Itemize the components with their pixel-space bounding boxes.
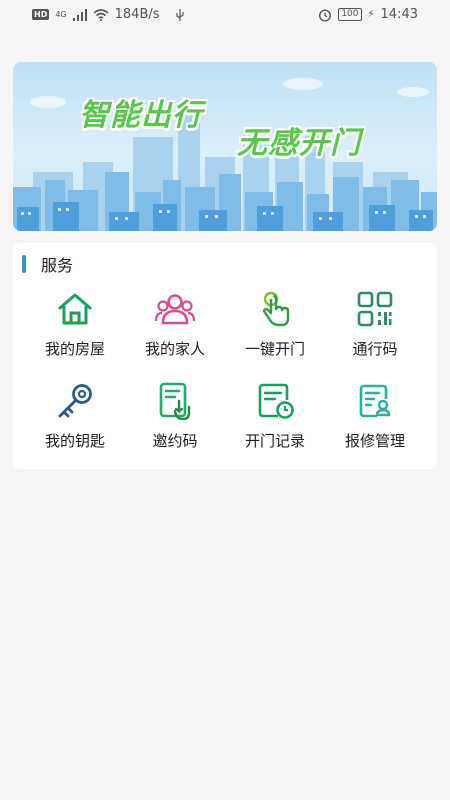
clock-time: 14:43 <box>380 7 418 22</box>
family-icon <box>155 294 195 325</box>
hd-badge: HD <box>32 9 50 20</box>
wifi-icon <box>93 8 109 21</box>
service-label: 我的钥匙 <box>44 432 105 450</box>
qr-code-icon <box>357 291 393 327</box>
alarm-icon <box>319 8 332 22</box>
section-accent-bar <box>22 255 26 273</box>
service-label: 一键开门 <box>244 340 305 358</box>
service-door-records[interactable]: 开门记录 <box>225 381 325 461</box>
service-pass-code[interactable]: 通行码 <box>325 289 425 369</box>
door-record-icon <box>258 383 294 419</box>
service-label: 报修管理 <box>344 432 405 450</box>
service-label: 我的家人 <box>144 340 205 358</box>
service-my-house[interactable]: 我的房屋 <box>25 289 125 369</box>
usb-icon <box>175 8 184 21</box>
service-repair-management[interactable]: 报修管理 <box>325 381 425 461</box>
network-type: 4G <box>55 9 67 19</box>
house-icon <box>58 293 92 325</box>
charging-icon: ⚡ <box>367 9 375 20</box>
service-label: 我的房屋 <box>44 340 105 358</box>
service-one-key-open[interactable]: 一键开门 <box>225 289 325 369</box>
service-label: 开门记录 <box>244 432 305 450</box>
battery-level: 100 <box>338 8 362 21</box>
status-bar: HD 4G 184B/s 100 ⚡ 14:43 <box>0 0 450 30</box>
signal-icon <box>72 8 87 21</box>
touch-icon <box>262 291 290 327</box>
city-skyline-illustration <box>13 78 437 231</box>
promo-banner[interactable]: 智能出行 无感开门 <box>13 62 437 231</box>
repair-icon <box>359 384 391 418</box>
banner-title-line2: 无感开门 <box>237 126 361 161</box>
service-my-key[interactable]: 我的钥匙 <box>25 381 125 461</box>
network-speed: 184B/s <box>114 7 160 22</box>
service-label: 通行码 <box>352 340 398 358</box>
service-label: 邀约码 <box>152 432 198 450</box>
invite-code-icon <box>159 382 191 421</box>
service-my-family[interactable]: 我的家人 <box>125 289 225 369</box>
key-icon <box>58 384 92 418</box>
banner-title-line1: 智能出行 <box>79 98 203 133</box>
section-title: 服务 <box>41 256 74 275</box>
services-card: 服务 我的房屋 我的家人 一键开门 通行码 我的钥匙 邀约码 开门记录 报修管理 <box>13 243 437 469</box>
service-invite-code[interactable]: 邀约码 <box>125 381 225 461</box>
